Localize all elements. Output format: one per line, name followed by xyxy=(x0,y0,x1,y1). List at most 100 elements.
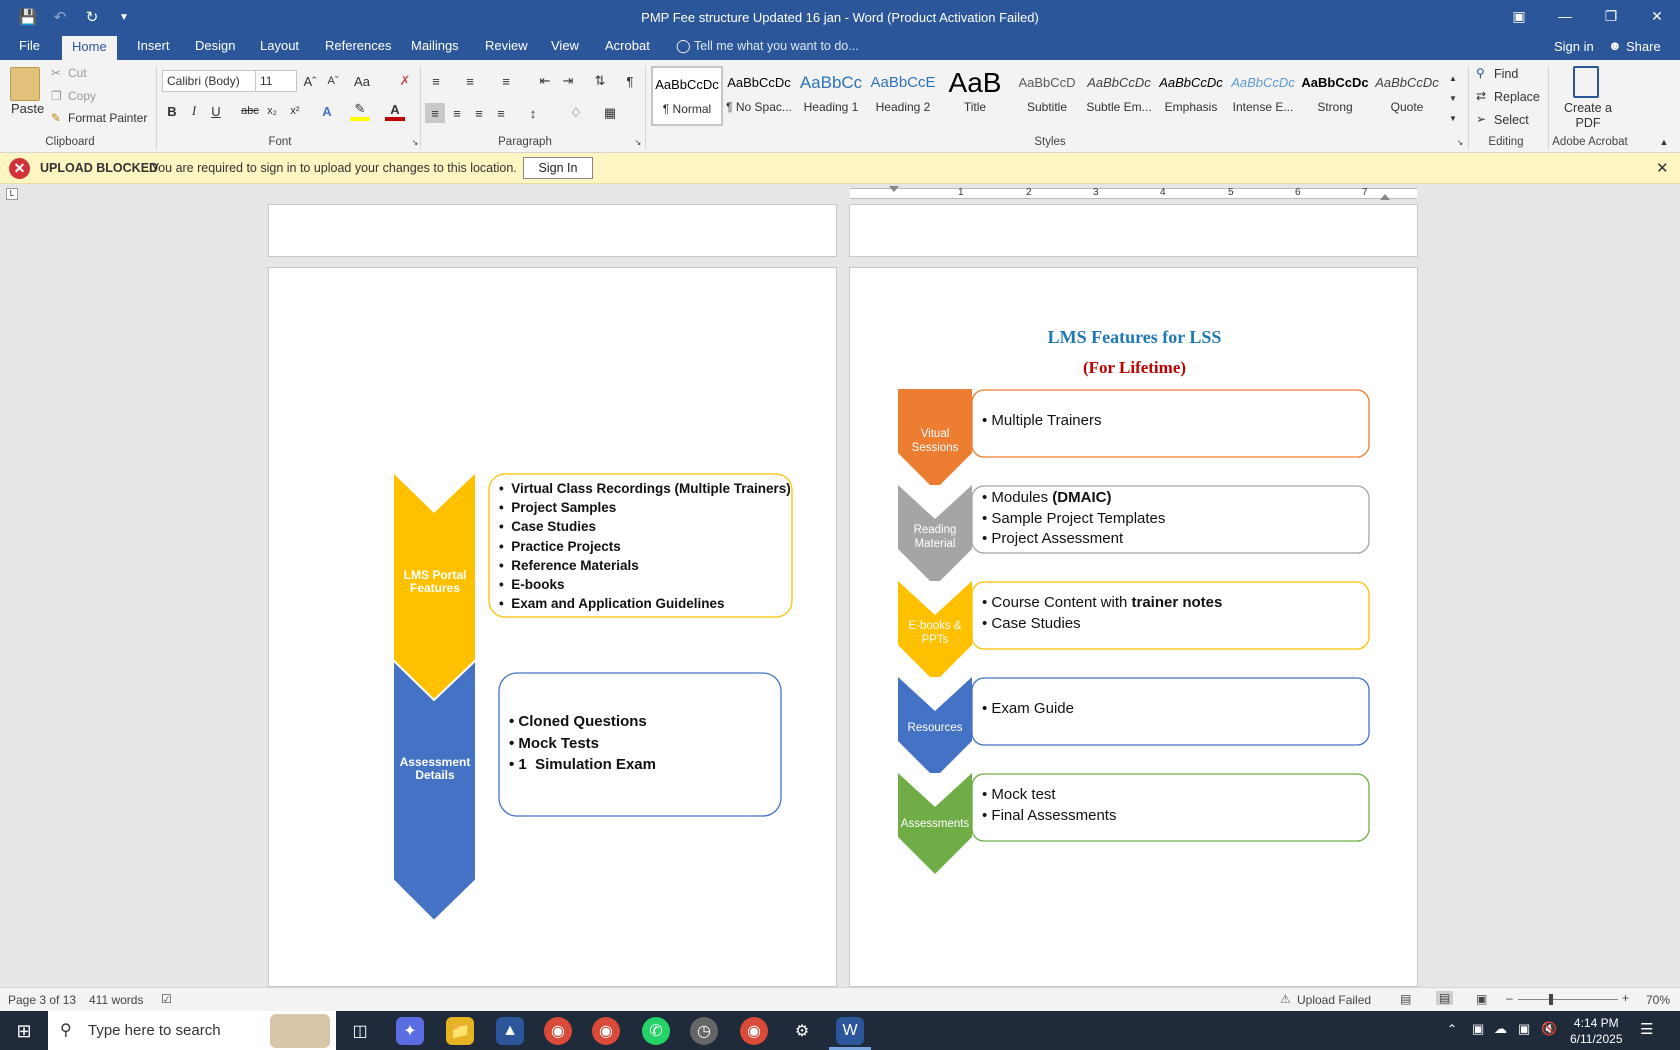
copilot-icon[interactable]: ✦ xyxy=(396,1017,424,1045)
word-icon[interactable]: W xyxy=(836,1017,864,1045)
chrome-icon[interactable]: ◉ xyxy=(544,1017,572,1045)
superscript-icon[interactable]: x² xyxy=(285,101,305,121)
numbering-icon[interactable]: ≡ xyxy=(460,71,480,91)
notifications-icon[interactable]: ☰ xyxy=(1640,1020,1653,1038)
increase-indent-icon[interactable]: ⇥ xyxy=(558,71,578,91)
font-dialog-launcher-icon[interactable]: ↘ xyxy=(405,132,425,152)
subscript-icon[interactable]: x₂ xyxy=(262,101,282,121)
zoom-slider-thumb[interactable] xyxy=(1549,994,1553,1005)
tab-insert[interactable]: Insert xyxy=(137,38,170,53)
style-emphasis[interactable]: AaBbCcDc Emphasis xyxy=(1155,66,1227,126)
align-right-icon[interactable]: ≡ xyxy=(469,103,489,123)
page-count[interactable]: Page 3 of 13 xyxy=(8,993,76,1007)
sort-icon[interactable]: ⇅ xyxy=(590,71,610,91)
settings-icon[interactable]: ⚙ xyxy=(788,1017,816,1045)
font-name-dropdown[interactable]: Calibri (Body) xyxy=(162,70,256,92)
chrome-icon-3[interactable]: ◉ xyxy=(740,1017,768,1045)
shrink-font-icon[interactable]: Aˇ xyxy=(323,71,343,91)
tab-file[interactable]: File xyxy=(19,38,40,53)
style-normal[interactable]: AaBbCcDc ¶ Normal xyxy=(651,66,723,126)
tab-mailings[interactable]: Mailings xyxy=(411,38,459,53)
word-count[interactable]: 411 words xyxy=(89,993,143,1007)
zoom-out-icon[interactable]: – xyxy=(1506,991,1513,1005)
find-button[interactable]: Find xyxy=(1494,67,1518,81)
tab-home[interactable]: Home xyxy=(62,36,117,60)
tab-review[interactable]: Review xyxy=(485,38,528,53)
change-case-icon[interactable]: Aa xyxy=(352,71,372,91)
minimize-icon[interactable]: — xyxy=(1542,0,1588,32)
italic-icon[interactable]: I xyxy=(184,101,204,121)
style-title[interactable]: AaB Title xyxy=(939,66,1011,126)
shading-icon[interactable]: ♢ xyxy=(566,103,586,123)
font-color-icon[interactable]: A xyxy=(385,101,405,121)
ribbon-display-options-icon[interactable]: ▣ xyxy=(1496,0,1542,32)
paste-button[interactable]: Paste xyxy=(11,101,44,116)
style-strong[interactable]: AaBbCcDc Strong xyxy=(1299,66,1371,126)
ruler-bar[interactable] xyxy=(850,188,1417,199)
tab-references[interactable]: References xyxy=(325,38,391,53)
whatsapp-icon[interactable]: ✆ xyxy=(642,1017,670,1045)
zoom-level[interactable]: 70% xyxy=(1646,993,1670,1007)
task-view-icon[interactable]: ◫ xyxy=(346,1017,374,1045)
zoom-in-icon[interactable]: + xyxy=(1622,991,1629,1005)
network-icon[interactable]: ▣ xyxy=(1518,1021,1530,1037)
style-no-spacing[interactable]: AaBbCcDc ¶ No Spac... xyxy=(723,66,795,126)
chrome-icon-2[interactable]: ◉ xyxy=(592,1017,620,1045)
sign-in-button[interactable]: Sign In xyxy=(523,157,593,179)
tray-app-icon[interactable]: ▣ xyxy=(1472,1021,1484,1037)
tab-acrobat[interactable]: Acrobat xyxy=(605,38,650,53)
proofing-icon[interactable]: ☑ xyxy=(161,992,172,1006)
cut-button[interactable]: Cut xyxy=(68,66,87,80)
underline-icon[interactable]: U xyxy=(206,101,226,121)
clock-app-icon[interactable]: ◷ xyxy=(690,1017,718,1045)
upload-status[interactable]: Upload Failed xyxy=(1297,993,1371,1007)
select-button[interactable]: Select xyxy=(1494,113,1529,127)
file-explorer-icon[interactable]: 📁 xyxy=(446,1017,474,1045)
right-indent-marker[interactable] xyxy=(1380,194,1390,200)
print-layout-icon[interactable]: ▤ xyxy=(1436,991,1454,1005)
collapse-ribbon-icon[interactable]: ▲ xyxy=(1654,132,1674,152)
volume-muted-icon[interactable]: 🔇 xyxy=(1541,1021,1557,1037)
highlight-icon[interactable]: ✎ xyxy=(350,101,370,121)
line-spacing-icon[interactable]: ↕ xyxy=(523,103,543,123)
replace-button[interactable]: Replace xyxy=(1494,90,1540,104)
first-line-indent-marker[interactable] xyxy=(889,186,899,192)
justify-icon[interactable]: ≡ xyxy=(491,103,511,123)
strikethrough-icon[interactable]: abc xyxy=(240,101,260,121)
styles-dialog-launcher-icon[interactable]: ↘ xyxy=(1450,132,1470,152)
style-quote[interactable]: AaBbCcDc Quote xyxy=(1371,66,1443,126)
style-heading-2[interactable]: AaBbCcE Heading 2 xyxy=(867,66,939,126)
bullets-icon[interactable]: ≡ xyxy=(426,71,446,91)
tab-view[interactable]: View xyxy=(551,38,579,53)
text-effects-icon[interactable]: A xyxy=(317,101,337,121)
paste-icon[interactable] xyxy=(10,67,40,101)
taskbar-search[interactable]: ⚲ Type here to search xyxy=(48,1011,336,1050)
borders-icon[interactable]: ▦ xyxy=(600,103,620,123)
style-intense-emphasis[interactable]: AaBbCcDc Intense E... xyxy=(1227,66,1299,126)
align-left-icon[interactable]: ≡ xyxy=(425,103,445,123)
tray-overflow-icon[interactable]: ⌃ xyxy=(1447,1022,1457,1036)
onedrive-icon[interactable]: ☁ xyxy=(1494,1021,1507,1037)
sign-in-link[interactable]: Sign in xyxy=(1554,39,1594,54)
styles-more-icon[interactable]: ▼ xyxy=(1443,108,1463,128)
style-subtle-emphasis[interactable]: AaBbCcDc Subtle Em... xyxy=(1083,66,1155,126)
styles-scroll-up-icon[interactable]: ▲ xyxy=(1443,68,1463,88)
web-layout-icon[interactable]: ▣ xyxy=(1476,992,1487,1006)
create-pdf-button[interactable]: Create a PDF xyxy=(1560,101,1616,131)
clear-formatting-icon[interactable]: ✗ xyxy=(395,71,415,91)
decrease-indent-icon[interactable]: ⇤ xyxy=(535,71,555,91)
system-clock[interactable]: 4:14 PM 6/11/2025 xyxy=(1570,1015,1623,1047)
multilevel-list-icon[interactable]: ≡ xyxy=(496,71,516,91)
tab-selector-icon[interactable]: L xyxy=(6,188,18,200)
tell-me-input[interactable]: Tell me what you want to do... xyxy=(694,39,859,53)
style-subtitle[interactable]: AaBbCcD Subtitle xyxy=(1011,66,1083,126)
windows-start-icon[interactable]: ⊞ xyxy=(10,1017,38,1045)
align-center-icon[interactable]: ≡ xyxy=(447,103,467,123)
style-heading-1[interactable]: AaBbCc Heading 1 xyxy=(795,66,867,126)
font-size-dropdown[interactable]: 11 xyxy=(255,70,297,92)
close-icon[interactable]: ✕ xyxy=(1634,0,1680,32)
close-message-icon[interactable]: ✕ xyxy=(1656,159,1669,177)
styles-scroll-down-icon[interactable]: ▼ xyxy=(1443,88,1463,108)
show-formatting-icon[interactable]: ¶ xyxy=(620,71,640,91)
grow-font-icon[interactable]: Aˆ xyxy=(300,71,320,91)
